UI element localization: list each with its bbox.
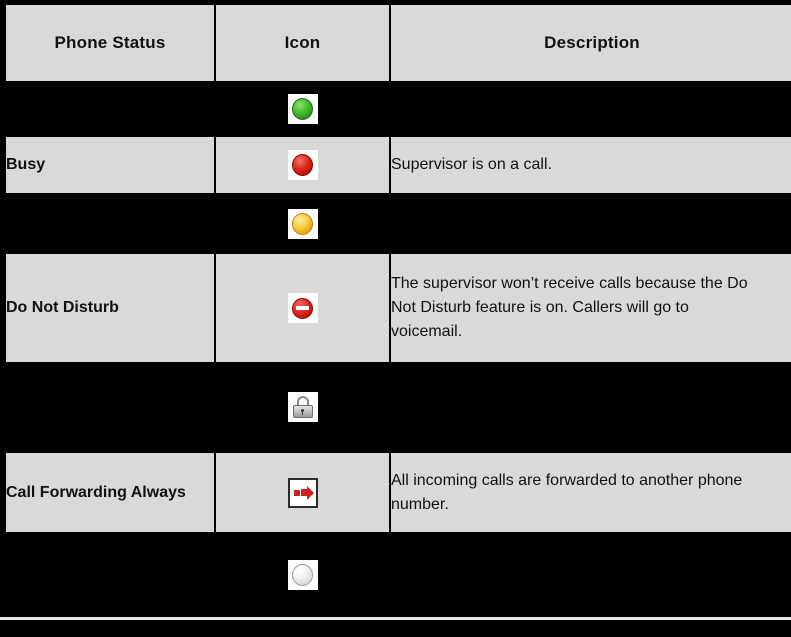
cell-icon (216, 364, 389, 451)
cell-description: All incoming calls are forwarded to anot… (391, 452, 791, 533)
cell-icon (216, 254, 389, 363)
cell-description (391, 364, 791, 451)
table-row: Busy Supervisor is on a call. (6, 137, 791, 193)
cell-phone-status (6, 364, 214, 451)
do-not-disturb-icon (287, 293, 318, 324)
column-header-description: Description (391, 5, 791, 81)
cell-phone-status: Busy (6, 137, 214, 193)
padlock-icon (287, 392, 318, 423)
cell-phone-status: Call Forwarding Always (6, 452, 214, 533)
table-row (6, 534, 791, 615)
call-forward-arrow-icon (287, 477, 318, 508)
cell-phone-status (6, 534, 214, 615)
description-text: The supervisor won’t receive calls becau… (391, 275, 748, 341)
cell-description (391, 83, 791, 136)
cell-icon (216, 137, 389, 193)
table-bottom-rule (0, 617, 791, 620)
table-row: Call Forwarding Always All incoming call… (6, 452, 791, 533)
cell-icon (216, 83, 389, 136)
description-text: All incoming calls are forwarded to anot… (391, 471, 743, 513)
table-row (6, 83, 791, 136)
table-row (6, 364, 791, 451)
yellow-circle-icon (287, 208, 318, 239)
cell-description (391, 194, 791, 253)
column-header-phone-status: Phone Status (6, 5, 214, 81)
cell-phone-status (6, 194, 214, 253)
description-text: Supervisor is on a call. (391, 156, 552, 174)
cell-description: The supervisor won’t receive calls becau… (391, 254, 791, 363)
cell-description (391, 534, 791, 615)
table-header-row: Phone Status Icon Description (6, 5, 791, 81)
table-row: Do Not Disturb The supervisor won’t rece… (6, 254, 791, 363)
cell-icon (216, 194, 389, 253)
page-root: Phone Status Icon Description Busy Super… (0, 0, 791, 637)
phone-status-table: Phone Status Icon Description Busy Super… (4, 3, 791, 617)
cell-phone-status: Do Not Disturb (6, 254, 214, 363)
cell-icon (216, 534, 389, 615)
column-header-icon: Icon (216, 5, 389, 81)
cell-icon (216, 452, 389, 533)
table-body: Busy Supervisor is on a call. Do Not Dis… (6, 83, 791, 615)
green-circle-icon (287, 94, 318, 125)
cell-description: Supervisor is on a call. (391, 137, 791, 193)
red-circle-icon (287, 150, 318, 181)
phone-status-table-container: Phone Status Icon Description Busy Super… (0, 3, 791, 617)
table-row (6, 194, 791, 253)
white-circle-icon (287, 559, 318, 590)
cell-phone-status (6, 83, 214, 136)
table-header: Phone Status Icon Description (6, 5, 791, 81)
